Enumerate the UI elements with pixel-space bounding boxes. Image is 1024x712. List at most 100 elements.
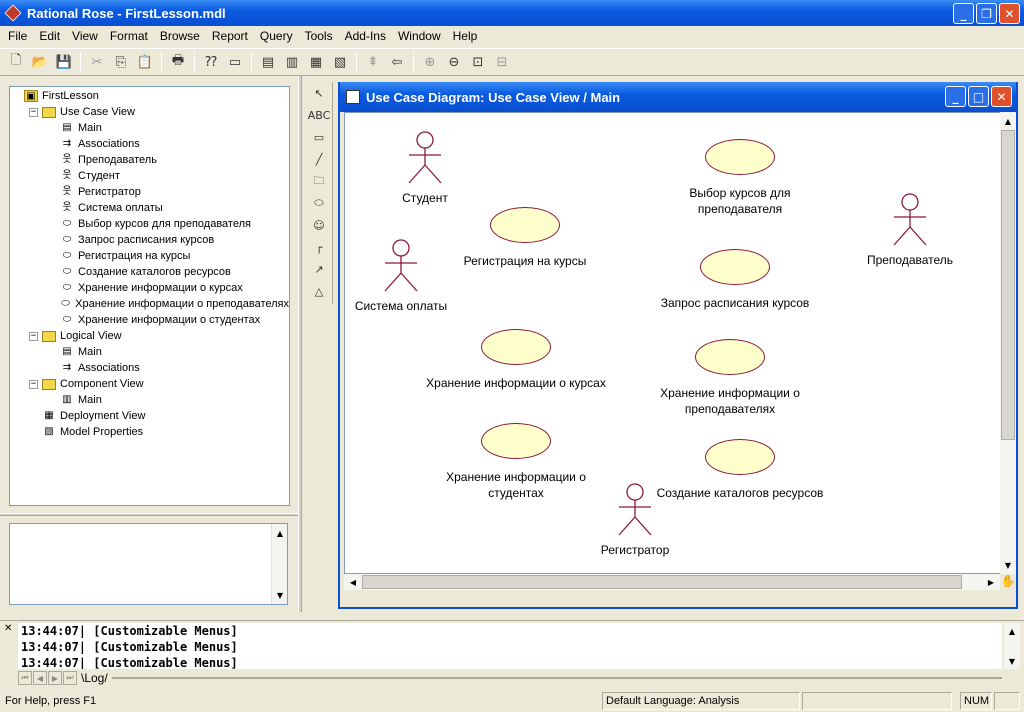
undo-fit-icon[interactable]: ⊟	[491, 51, 513, 73]
actor-payment[interactable]: Система оплаты	[351, 239, 451, 313]
print-icon[interactable]: 🖶	[167, 51, 189, 73]
use-case-catalog[interactable]: Создание каталогов ресурсов	[645, 439, 835, 501]
browse-parent-icon[interactable]: ⇞	[362, 51, 384, 73]
prev-tab-icon[interactable]: ◀	[33, 671, 47, 685]
use-case-courses[interactable]: Хранение информации о курсах	[421, 329, 611, 391]
anchor-note-icon[interactable]: ╱	[308, 148, 330, 170]
diagram-canvas[interactable]: Студент Система оплаты Преподаватель Регист…	[344, 112, 1002, 574]
splitter[interactable]	[0, 513, 300, 516]
menu-addins[interactable]: Add-Ins	[339, 29, 392, 43]
text-box-icon[interactable]: ABC	[308, 104, 331, 126]
minimize-button[interactable]: _	[953, 3, 974, 24]
scroll-up-icon[interactable]: ▲	[1001, 114, 1015, 128]
use-case-schedule[interactable]: Запрос расписания курсов	[645, 249, 825, 311]
diagram-horizontal-scrollbar[interactable]: ◀ ▶	[344, 574, 1000, 590]
use-case-teachers[interactable]: Хранение информации о преподавателях	[645, 339, 815, 417]
paste-icon[interactable]: 📋	[134, 51, 156, 73]
browse-interaction-diagram-icon[interactable]: ▥	[281, 51, 303, 73]
tree-item[interactable]: ▦ Deployment View	[11, 408, 289, 424]
browse-deployment-diagram-icon[interactable]: ▧	[329, 51, 351, 73]
use-case-tool-icon[interactable]: ⬭	[308, 192, 330, 214]
tree-item[interactable]: ⬭ Хранение информации о преподавателях	[11, 296, 289, 312]
vertical-splitter[interactable]	[298, 76, 302, 612]
vertical-scroll-thumb[interactable]	[1001, 130, 1015, 440]
use-case-register[interactable]: Регистрация на курсы	[445, 207, 605, 269]
next-tab-icon[interactable]: ▶	[48, 671, 62, 685]
menu-report[interactable]: Report	[206, 29, 254, 43]
tree-item[interactable]: 웃 Система оплаты	[11, 200, 289, 216]
open-icon[interactable]: 📂	[29, 51, 51, 73]
menu-file[interactable]: File	[2, 29, 33, 43]
menu-view[interactable]: View	[66, 29, 104, 43]
scroll-down-icon[interactable]: ▼	[273, 588, 287, 602]
new-file-icon[interactable]: 🗋	[5, 51, 27, 73]
menu-window[interactable]: Window	[392, 29, 447, 43]
dependency-icon[interactable]: ↗	[308, 258, 330, 280]
rational-rose-app-icon[interactable]	[4, 4, 22, 22]
first-tab-icon[interactable]: ⏮	[18, 671, 32, 685]
tree-item[interactable]: ⇉ Associations	[11, 136, 289, 152]
horizontal-scroll-thumb[interactable]	[362, 575, 962, 589]
browse-class-diagram-icon[interactable]: ▤	[257, 51, 279, 73]
actor-teacher[interactable]: Преподаватель	[860, 193, 960, 267]
scroll-left-icon[interactable]: ◀	[346, 575, 360, 589]
scroll-down-icon[interactable]: ▼	[1001, 558, 1015, 572]
browse-component-diagram-icon[interactable]: ▦	[305, 51, 327, 73]
restore-button[interactable]: ❐	[976, 3, 997, 24]
scroll-up-icon[interactable]: ▲	[1005, 624, 1019, 638]
tree-item[interactable]: ⬭ Создание каталогов ресурсов	[11, 264, 289, 280]
fit-window-icon[interactable]: ⊡	[467, 51, 489, 73]
tree-item[interactable]: ⬭ Регистрация на курсы	[11, 248, 289, 264]
tree-item[interactable]: 웃 Студент	[11, 168, 289, 184]
tree-item[interactable]: 웃 Преподаватель	[11, 152, 289, 168]
view-doc-icon[interactable]: ▭	[224, 51, 246, 73]
scroll-down-icon[interactable]: ▼	[1005, 654, 1019, 668]
context-help-icon[interactable]: ⁇	[200, 51, 222, 73]
cut-icon[interactable]: ✂	[86, 51, 108, 73]
diagram-vertical-scrollbar[interactable]: ▲ ▼	[1000, 112, 1016, 574]
selection-arrow-icon[interactable]: ↖	[308, 82, 330, 104]
note-icon[interactable]: ▭	[308, 126, 330, 148]
collapse-toggle-icon[interactable]: −	[29, 331, 38, 341]
diagram-close-button[interactable]: ✕	[991, 86, 1012, 107]
log-content[interactable]: 13:44:07| [Customizable Menus] 13:44:07| …	[18, 623, 1002, 669]
browse-previous-icon[interactable]: ⇦	[386, 51, 408, 73]
tree-item[interactable]: ▧ Model Properties	[11, 424, 289, 440]
scroll-up-icon[interactable]: ▲	[273, 526, 287, 540]
diagram-maximize-button[interactable]: □	[968, 86, 989, 107]
copy-icon[interactable]: ⎘	[110, 51, 132, 73]
tree-item[interactable]: − Use Case View	[11, 104, 289, 120]
tree-item[interactable]: ⬭ Хранение информации о курсах	[11, 280, 289, 296]
menu-format[interactable]: Format	[104, 29, 154, 43]
tree-item[interactable]: − Component View	[11, 376, 289, 392]
use-case-choose[interactable]: Выбор курсов для преподавателя	[665, 139, 815, 217]
tree-item[interactable]: ▣ FirstLesson	[11, 88, 289, 104]
last-tab-icon[interactable]: ⏭	[63, 671, 77, 685]
tree-item[interactable]: ⬭ Выбор курсов для преподавателя	[11, 216, 289, 232]
zoom-out-icon[interactable]: ⊖	[443, 51, 465, 73]
actor-student[interactable]: Студент	[375, 131, 475, 205]
model-browser[interactable]: ▣ FirstLesson − Use Case View ▤ Main ⇉ Associat…	[9, 86, 290, 506]
save-icon[interactable]: 💾	[53, 51, 75, 73]
close-button[interactable]: ✕	[999, 3, 1020, 24]
tree-item[interactable]: ▤ Main	[11, 120, 289, 136]
tree-item[interactable]: ⇉ Associations	[11, 360, 289, 376]
zoom-in-icon[interactable]: ⊕	[419, 51, 441, 73]
tree-item[interactable]: ▤ Main	[11, 344, 289, 360]
tree-item[interactable]: ⬭ Запрос расписания курсов	[11, 232, 289, 248]
menu-query[interactable]: Query	[254, 29, 299, 43]
collapse-toggle-icon[interactable]: −	[29, 107, 38, 117]
collapse-toggle-icon[interactable]: −	[29, 379, 38, 389]
tree-item[interactable]: − Logical View	[11, 328, 289, 344]
menu-tools[interactable]: Tools	[299, 29, 339, 43]
pan-hand-icon[interactable]: ✋	[1000, 574, 1016, 590]
menu-browse[interactable]: Browse	[154, 29, 206, 43]
diagram-minimize-button[interactable]: _	[945, 86, 966, 107]
unidirectional-association-icon[interactable]: ┌	[308, 236, 330, 258]
package-icon[interactable]: 🗀	[308, 170, 330, 192]
documentation-pane[interactable]: ▲ ▼	[9, 523, 288, 605]
actor-tool-icon[interactable]: ☺	[308, 214, 330, 236]
menu-edit[interactable]: Edit	[33, 29, 66, 43]
log-tab[interactable]: \Log/	[81, 671, 108, 685]
tree-item[interactable]: ▥ Main	[11, 392, 289, 408]
